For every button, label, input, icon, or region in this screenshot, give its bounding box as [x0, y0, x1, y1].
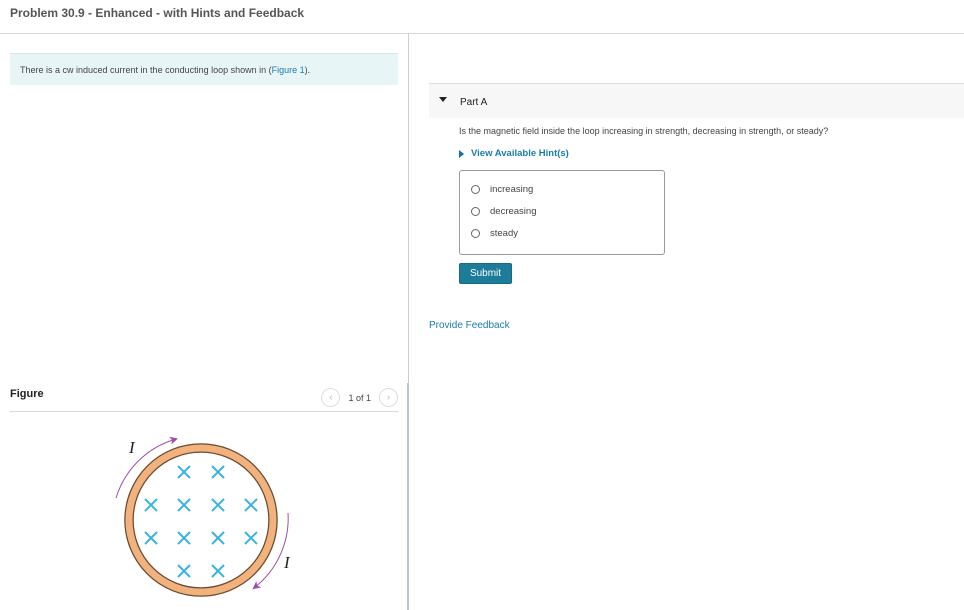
- figure-nav: ‹ 1 of 1 ›: [321, 388, 398, 407]
- part-a-header[interactable]: Part A: [429, 83, 964, 118]
- field-cross-icon: [177, 465, 191, 479]
- problem-intro: There is a cw induced current in the con…: [10, 53, 398, 85]
- field-cross-icon: [211, 564, 225, 578]
- figure-next-button[interactable]: ›: [379, 388, 398, 407]
- field-cross-icon: [144, 531, 158, 545]
- caret-down-icon: [439, 97, 447, 102]
- field-cross-icon: [177, 564, 191, 578]
- submit-button[interactable]: Submit: [459, 263, 512, 284]
- intro-text: There is a cw induced current in the con…: [20, 65, 310, 75]
- current-label-top: I: [128, 438, 136, 457]
- figure-title: Figure: [10, 388, 44, 400]
- hints-label: View Available Hint(s): [471, 148, 569, 159]
- figure-link[interactable]: Figure 1: [272, 65, 305, 75]
- radio-button[interactable]: [471, 185, 480, 194]
- figure-prev-button[interactable]: ‹: [321, 388, 341, 407]
- choice-label: steady: [490, 228, 518, 239]
- figure-counter: 1 of 1: [348, 392, 371, 403]
- part-title: Part A: [460, 97, 488, 108]
- caret-right-icon: [459, 149, 464, 158]
- answer-choices: increasing decreasing steady: [459, 170, 665, 255]
- magnetic-field-into-page: [144, 465, 258, 578]
- field-cross-icon: [211, 465, 225, 479]
- choice-steady[interactable]: steady: [471, 228, 518, 239]
- chevron-left-icon: ‹: [329, 392, 333, 403]
- choice-increasing[interactable]: increasing: [471, 184, 533, 195]
- choice-label: decreasing: [490, 206, 537, 217]
- intro-text-before: There is a cw induced current in the con…: [20, 65, 272, 75]
- radio-button[interactable]: [471, 229, 480, 238]
- choice-label: increasing: [490, 184, 534, 195]
- field-cross-icon: [244, 531, 258, 545]
- view-hints-toggle[interactable]: View Available Hint(s): [459, 148, 569, 159]
- figure-header: Figure ‹ 1 of 1 ›: [10, 384, 398, 412]
- figure-image: I I: [115, 436, 291, 597]
- radio-button[interactable]: [471, 207, 480, 216]
- problem-title: Problem 30.9 - Enhanced - with Hints and…: [10, 6, 305, 20]
- field-cross-icon: [177, 498, 191, 512]
- field-cross-icon: [244, 498, 258, 512]
- conducting-loop: [125, 444, 277, 596]
- field-cross-icon: [144, 498, 158, 512]
- question-text: Is the magnetic field inside the loop in…: [459, 126, 829, 136]
- intro-text-after: ).: [304, 65, 311, 75]
- field-cross-icon: [177, 531, 191, 545]
- chevron-right-icon: ›: [386, 392, 391, 403]
- provide-feedback-link[interactable]: Provide Feedback: [429, 320, 510, 331]
- choice-decreasing[interactable]: decreasing: [471, 206, 536, 217]
- field-cross-icon: [211, 498, 225, 512]
- title-bar: Problem 30.9 - Enhanced - with Hints and…: [0, 0, 964, 34]
- pane-resize-handle[interactable]: [407, 383, 409, 610]
- field-cross-icon: [211, 531, 225, 545]
- current-label-bottom: I: [283, 553, 291, 572]
